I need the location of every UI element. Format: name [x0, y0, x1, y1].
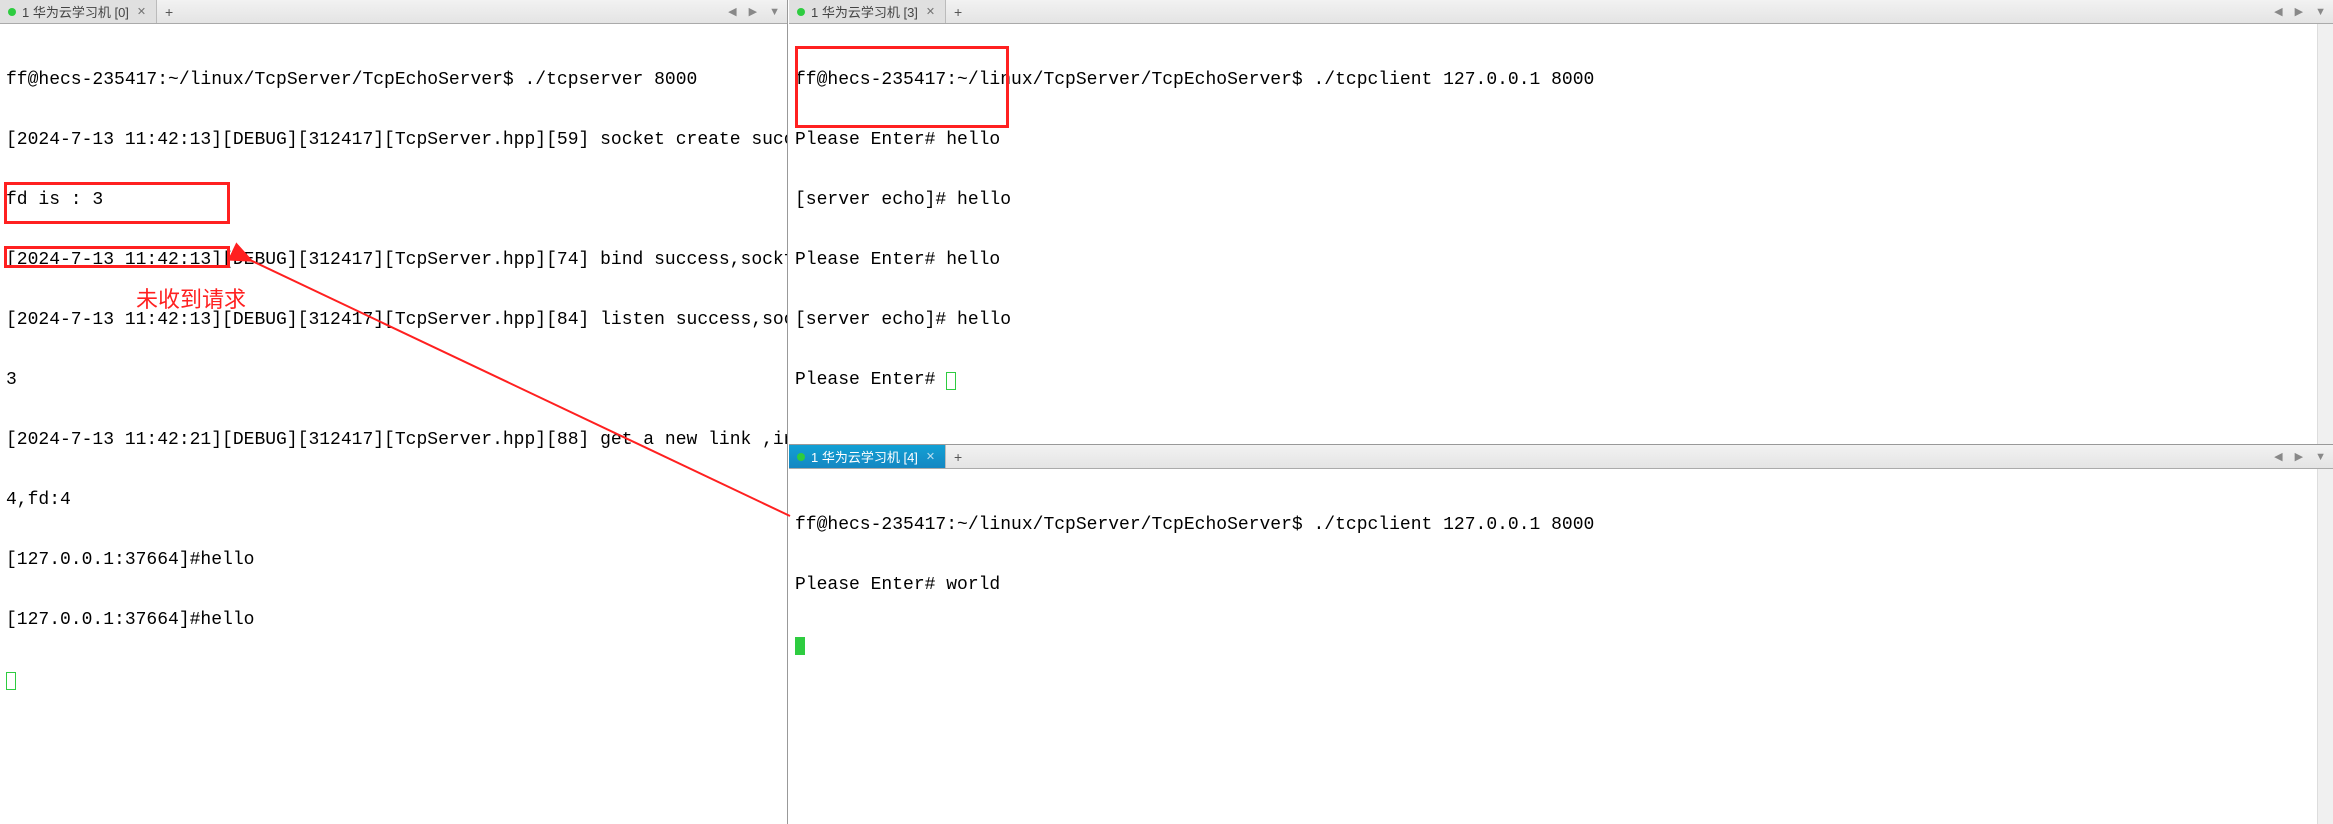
terminal-line: [127.0.0.1:37664]#hello	[6, 550, 781, 570]
terminal-line: ff@hecs-235417:~/linux/TcpServer/TcpEcho…	[6, 70, 781, 90]
terminal-line: [2024-7-13 11:42:13][DEBUG][312417][TcpS…	[6, 130, 781, 150]
tab-left-0[interactable]: 1 华为云学习机 [0] ✕	[0, 0, 157, 23]
terminal-line: [2024-7-13 11:42:13][DEBUG][312417][TcpS…	[6, 250, 781, 270]
terminal-pane-left: 1 华为云学习机 [0] ✕ + ◀ ▶ ▼ ff@hecs-235417:~/…	[0, 0, 788, 824]
nav-left-icon[interactable]: ◀	[725, 5, 739, 18]
terminal-pane-top-right: 1 华为云学习机 [3] ✕ + ◀ ▶ ▼ ff@hecs-235417:~/…	[789, 0, 2333, 444]
terminal-line: Please Enter# world	[795, 575, 2327, 595]
cursor-line	[795, 635, 2327, 655]
add-tab-button[interactable]: +	[946, 0, 970, 23]
cursor-line	[6, 670, 781, 690]
tab-title: 1 华为云学习机 [3]	[811, 2, 918, 21]
nav-right-icon[interactable]: ▶	[746, 5, 760, 18]
terminal-line: Please Enter# hello	[795, 250, 2327, 270]
close-icon[interactable]: ✕	[924, 5, 937, 18]
terminal-line: 4,fd:4	[6, 490, 781, 510]
tabbar-left: 1 华为云学习机 [0] ✕ + ◀ ▶ ▼	[0, 0, 787, 24]
cursor-icon	[6, 672, 16, 690]
nav-right-icon[interactable]: ▶	[2292, 5, 2306, 18]
terminal-line: Please Enter#	[795, 370, 2327, 390]
terminal-output-left[interactable]: ff@hecs-235417:~/linux/TcpServer/TcpEcho…	[0, 24, 787, 824]
nav-dropdown-icon[interactable]: ▼	[2312, 6, 2329, 18]
status-dot-icon	[797, 8, 805, 16]
tab-br-0[interactable]: 1 华为云学习机 [4] ✕	[789, 445, 946, 468]
nav-dropdown-icon[interactable]: ▼	[766, 6, 783, 18]
scrollbar-vertical[interactable]	[2317, 469, 2333, 824]
terminal-line: [2024-7-13 11:42:13][DEBUG][312417][TcpS…	[6, 310, 781, 330]
terminal-pane-bottom-right: 1 华为云学习机 [4] ✕ + ◀ ▶ ▼ ff@hecs-235417:~/…	[789, 444, 2333, 824]
tab-title: 1 华为云学习机 [4]	[811, 447, 918, 466]
status-dot-icon	[797, 453, 805, 461]
terminal-line: 3	[6, 370, 781, 390]
terminal-text: Please Enter#	[795, 370, 946, 390]
cursor-icon	[946, 372, 956, 390]
tab-nav-controls: ◀ ▶ ▼	[2271, 0, 2329, 23]
nav-right-icon[interactable]: ▶	[2292, 450, 2306, 463]
tab-nav-controls: ◀ ▶ ▼	[2271, 445, 2329, 468]
terminal-line: ff@hecs-235417:~/linux/TcpServer/TcpEcho…	[795, 515, 2327, 535]
cursor-icon	[795, 637, 805, 655]
tabbar-top-right: 1 华为云学习机 [3] ✕ + ◀ ▶ ▼	[789, 0, 2333, 24]
terminal-line: Please Enter# hello	[795, 130, 2327, 150]
terminal-line: fd is : 3	[6, 190, 781, 210]
nav-left-icon[interactable]: ◀	[2271, 450, 2285, 463]
terminal-line: [2024-7-13 11:42:21][DEBUG][312417][TcpS…	[6, 430, 781, 450]
terminal-line: [127.0.0.1:37664]#hello	[6, 610, 781, 630]
close-icon[interactable]: ✕	[924, 450, 937, 463]
terminal-line: [server echo]# hello	[795, 310, 2327, 330]
terminal-output-top-right[interactable]: ff@hecs-235417:~/linux/TcpServer/TcpEcho…	[789, 24, 2333, 444]
terminal-output-bottom-right[interactable]: ff@hecs-235417:~/linux/TcpServer/TcpEcho…	[789, 469, 2333, 824]
add-tab-button[interactable]: +	[157, 0, 181, 23]
tab-title: 1 华为云学习机 [0]	[22, 2, 129, 21]
tab-tr-0[interactable]: 1 华为云学习机 [3] ✕	[789, 0, 946, 23]
status-dot-icon	[8, 8, 16, 16]
nav-left-icon[interactable]: ◀	[2271, 5, 2285, 18]
terminal-line: [server echo]# hello	[795, 190, 2327, 210]
close-icon[interactable]: ✕	[135, 5, 148, 18]
scrollbar-vertical[interactable]	[2317, 24, 2333, 444]
nav-dropdown-icon[interactable]: ▼	[2312, 451, 2329, 463]
tabbar-bottom-right: 1 华为云学习机 [4] ✕ + ◀ ▶ ▼	[789, 445, 2333, 469]
terminal-line: ff@hecs-235417:~/linux/TcpServer/TcpEcho…	[795, 70, 2327, 90]
add-tab-button[interactable]: +	[946, 445, 970, 468]
tab-nav-controls: ◀ ▶ ▼	[725, 0, 783, 23]
